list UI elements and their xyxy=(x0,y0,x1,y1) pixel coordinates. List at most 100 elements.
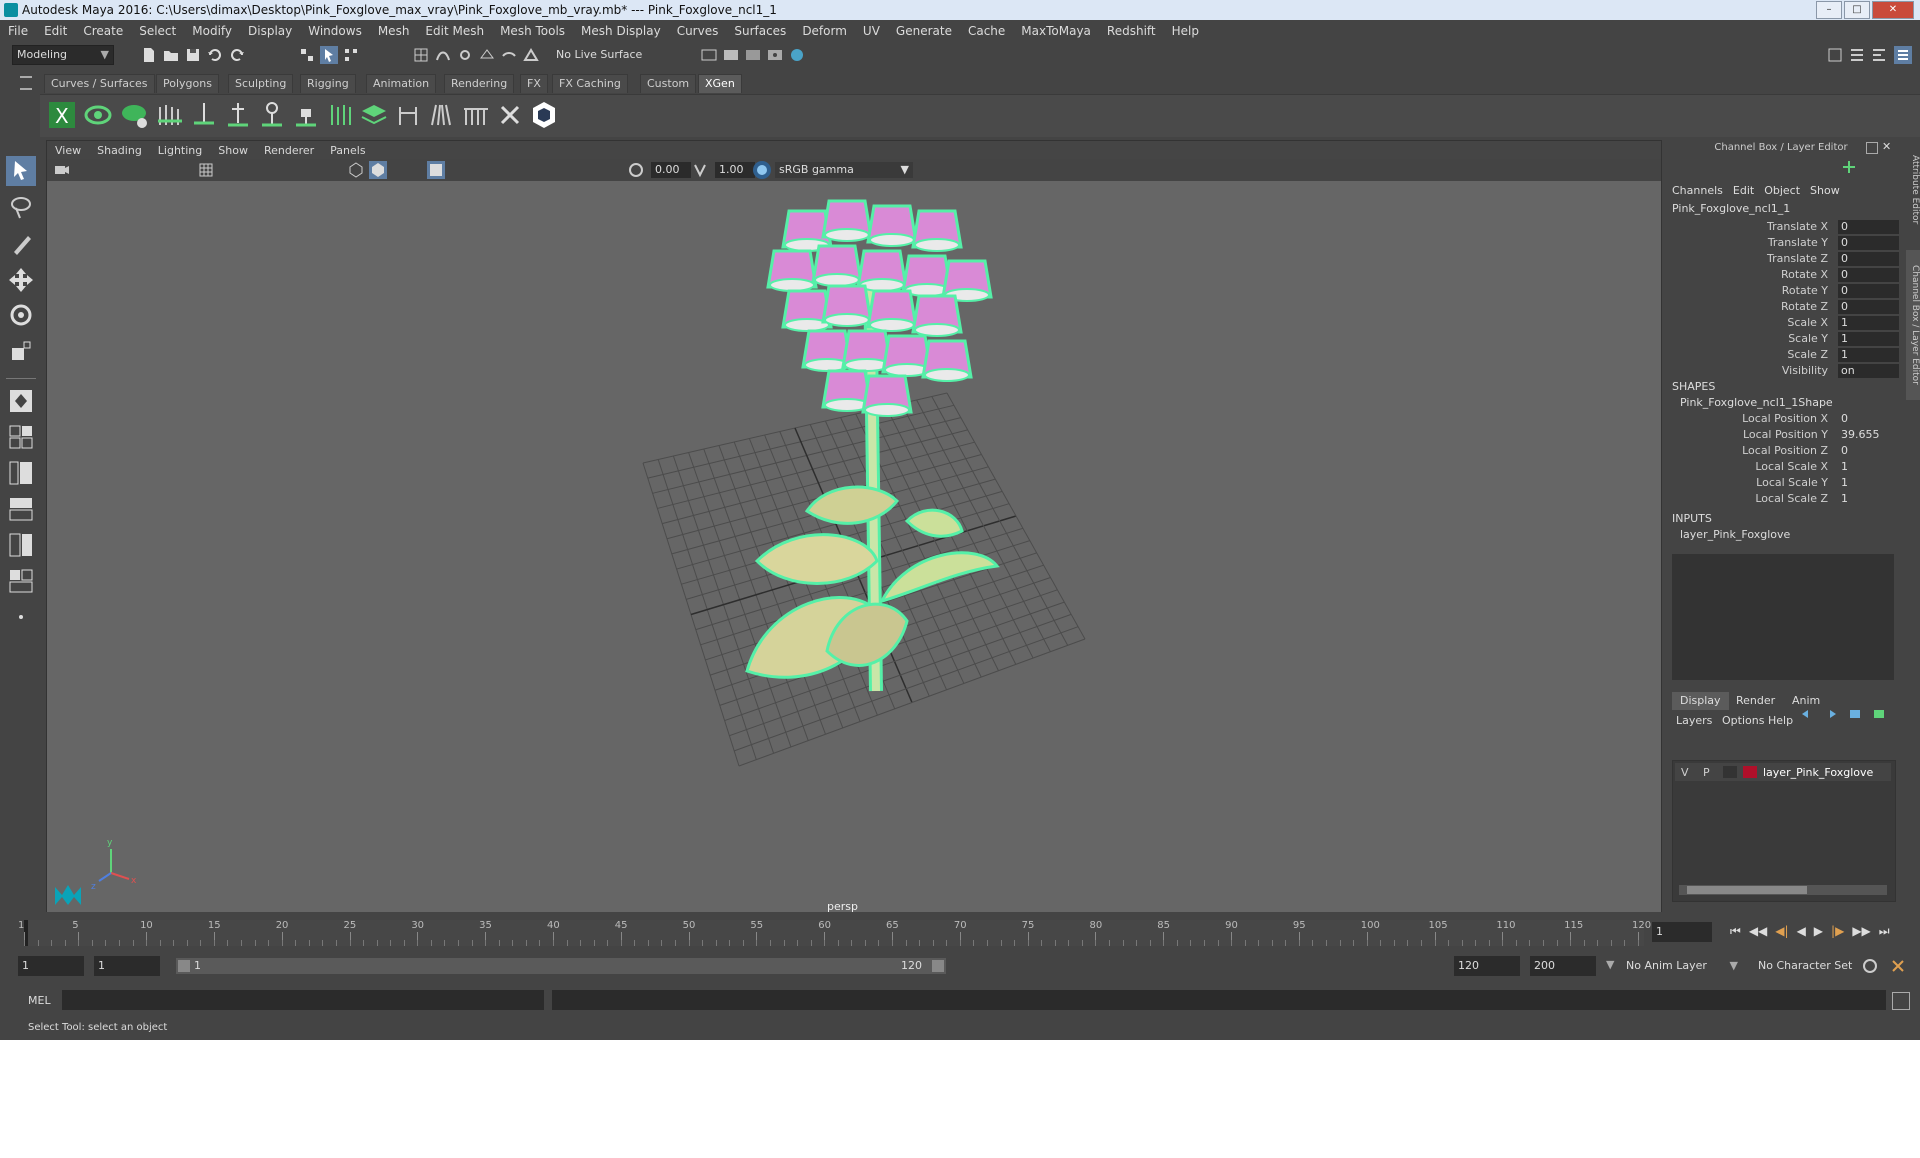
menu-cache[interactable]: Cache xyxy=(960,24,1013,38)
viewport-menu-renderer[interactable]: Renderer xyxy=(256,144,322,157)
gamma-field[interactable]: 1.00 xyxy=(715,162,755,178)
menu-surfaces[interactable]: Surfaces xyxy=(726,24,794,38)
render-view-icon[interactable] xyxy=(766,46,784,64)
play-backwards-icon[interactable]: ◀ xyxy=(1797,924,1806,939)
open-scene-icon[interactable] xyxy=(162,46,180,64)
persp-outliner-layout-icon[interactable] xyxy=(6,458,36,488)
menu-mesh[interactable]: Mesh xyxy=(370,24,418,38)
attribute-editor-toggle-icon[interactable] xyxy=(1848,46,1866,64)
shelf-tab-fx[interactable]: FX xyxy=(520,74,548,93)
playback-start-field[interactable]: 1 xyxy=(94,956,160,976)
snap-point-icon[interactable] xyxy=(456,46,474,64)
xgen-layers-icon[interactable] xyxy=(358,99,390,131)
range-end-handle[interactable] xyxy=(932,960,944,972)
range-slider-bar[interactable]: 1 120 xyxy=(176,958,946,974)
script-editor-icon[interactable] xyxy=(1892,992,1910,1010)
shelf-tab-rigging[interactable]: Rigging xyxy=(300,74,356,93)
move-layer-down-icon[interactable] xyxy=(1824,708,1838,720)
attribute-row[interactable]: Local Position Z 0 xyxy=(1672,444,1896,460)
menu-help[interactable]: Help xyxy=(1164,24,1207,38)
selected-object-name[interactable]: Pink_Foxglove_ncl1_1 xyxy=(1672,202,1790,215)
menu-select[interactable]: Select xyxy=(131,24,184,38)
gamma-icon[interactable] xyxy=(691,161,709,179)
shelf-tab-fx-caching[interactable]: FX Caching xyxy=(552,74,628,93)
step-forward-key-icon[interactable]: |▶ xyxy=(1831,924,1844,939)
xgen-place-guide-icon[interactable] xyxy=(188,99,220,131)
xgen-delete-icon[interactable] xyxy=(494,99,526,131)
attribute-value-field[interactable]: 0 xyxy=(1838,300,1899,314)
attribute-row[interactable]: Translate X 0 xyxy=(1672,220,1899,236)
attribute-value-field[interactable]: 0 xyxy=(1838,252,1899,266)
attribute-row[interactable]: Rotate Z 0 xyxy=(1672,300,1899,316)
move-tool-icon[interactable] xyxy=(6,264,36,294)
live-surface-field[interactable]: No Live Surface xyxy=(552,46,656,64)
anim-layer-dropdown[interactable]: No Anim Layer ▼ xyxy=(1622,956,1742,976)
hypershade-persp-layout-icon[interactable] xyxy=(6,530,36,560)
chevron-down-icon[interactable]: ▼ xyxy=(1606,958,1614,971)
step-back-key-icon[interactable]: ◀| xyxy=(1775,924,1788,939)
viewport-menu-panels[interactable]: Panels xyxy=(322,144,373,157)
layer-playback-toggle[interactable]: P xyxy=(1703,766,1710,779)
attribute-value-field[interactable]: on xyxy=(1838,364,1899,378)
layer-menu-layers[interactable]: Layers xyxy=(1676,714,1712,727)
menu-windows[interactable]: Windows xyxy=(300,24,370,38)
attribute-value-field[interactable]: 1 xyxy=(1838,348,1899,362)
layer-menu-options[interactable]: Options xyxy=(1722,714,1764,727)
xray-toggle-icon[interactable] xyxy=(427,161,445,179)
start-time-field[interactable]: 1 xyxy=(18,956,84,976)
layer-scrollbar[interactable] xyxy=(1679,885,1887,895)
undo-icon[interactable] xyxy=(206,46,224,64)
current-frame-field[interactable]: 1 xyxy=(1652,922,1712,942)
color-management-icon[interactable] xyxy=(753,161,771,179)
shelf-tab-custom[interactable]: Custom xyxy=(640,74,697,93)
play-forwards-icon[interactable]: ▶ xyxy=(1814,924,1823,939)
menu-display[interactable]: Display xyxy=(240,24,300,38)
side-tab-attribute-editor[interactable]: Attribute Editor xyxy=(1906,150,1920,230)
lasso-tool-icon[interactable] xyxy=(6,192,36,222)
save-scene-icon[interactable] xyxy=(184,46,202,64)
attribute-row[interactable]: Local Scale Z 1 xyxy=(1672,492,1896,508)
step-back-frame-icon[interactable]: ◀◀ xyxy=(1749,924,1767,939)
time-slider-track[interactable]: 1 5 10 15 20 25 30 35 40 45 50 55 60 65 70 75 80 85 90 95 10… xyxy=(18,920,1651,946)
attribute-value-field[interactable]: 0 xyxy=(1838,236,1899,250)
layer-visibility-toggle[interactable]: V xyxy=(1681,766,1689,779)
attribute-row[interactable]: Scale Z 1 xyxy=(1672,348,1899,364)
close-panel-icon[interactable]: ✕ xyxy=(1882,140,1891,153)
layer-menu-help[interactable]: Help xyxy=(1768,714,1793,727)
side-tab-channel-box[interactable]: Channel Box / Layer Editor xyxy=(1906,250,1920,400)
attribute-value-field[interactable]: 1 xyxy=(1838,492,1899,506)
go-to-start-icon[interactable]: ⏮ xyxy=(1730,924,1741,939)
step-forward-frame-icon[interactable]: ▶▶ xyxy=(1852,924,1870,939)
layer-name[interactable]: layer_Pink_Foxglove xyxy=(1763,766,1873,779)
attribute-row[interactable]: Rotate X 0 xyxy=(1672,268,1899,284)
layer-scrollbar-thumb[interactable] xyxy=(1687,886,1807,894)
outliner-layout-icon[interactable] xyxy=(6,566,36,596)
menu-edit[interactable]: Edit xyxy=(36,24,75,38)
channel-box-menu-channels[interactable]: Channels xyxy=(1672,184,1733,197)
attribute-row[interactable]: Scale X 1 xyxy=(1672,316,1899,332)
xgen-create-description-icon[interactable] xyxy=(118,99,150,131)
viewport-menu-show[interactable]: Show xyxy=(210,144,256,157)
menu-edit-mesh[interactable]: Edit Mesh xyxy=(417,24,492,38)
new-layer-selected-icon[interactable] xyxy=(1872,708,1886,720)
command-input[interactable] xyxy=(62,990,544,1010)
new-layer-icon[interactable] xyxy=(1848,708,1862,720)
paint-select-tool-icon[interactable] xyxy=(6,228,36,258)
attribute-row[interactable]: Visibility on xyxy=(1672,364,1899,380)
xgen-cut-icon[interactable] xyxy=(460,99,492,131)
scale-tool-icon[interactable] xyxy=(6,336,36,366)
tool-settings-toggle-icon[interactable] xyxy=(1870,46,1888,64)
attribute-value-field[interactable]: 0 xyxy=(1838,444,1899,458)
attribute-row[interactable]: Local Scale Y 1 xyxy=(1672,476,1896,492)
snap-grid-icon[interactable] xyxy=(412,46,430,64)
redo-icon[interactable] xyxy=(228,46,246,64)
move-layer-up-icon[interactable] xyxy=(1800,708,1814,720)
exposure-field[interactable]: 0.00 xyxy=(651,162,691,178)
shelf-menu-icon[interactable] xyxy=(20,76,32,90)
select-objects-icon[interactable] xyxy=(320,46,338,64)
xgen-hexagon-icon[interactable] xyxy=(528,99,560,131)
close-button[interactable]: ✕ xyxy=(1872,1,1914,19)
menu-file[interactable]: File xyxy=(0,24,36,38)
menu-modify[interactable]: Modify xyxy=(184,24,240,38)
end-time-field[interactable]: 200 xyxy=(1530,956,1596,976)
